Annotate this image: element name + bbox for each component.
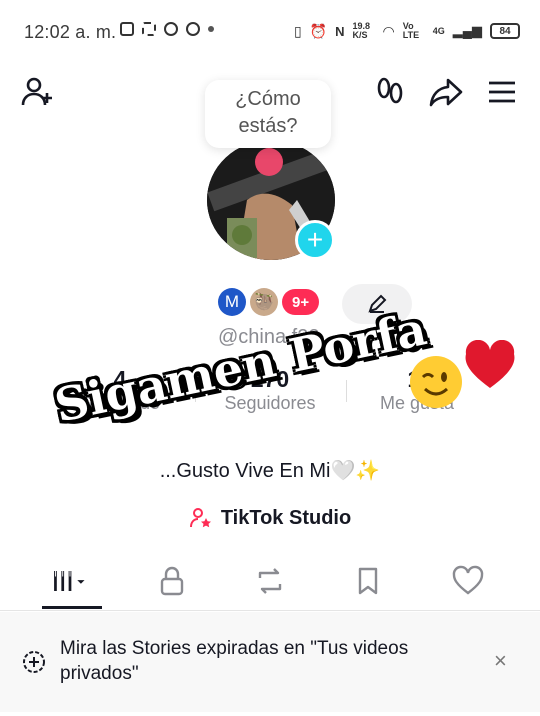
more-dot-icon xyxy=(208,26,214,32)
vibrate-icon: ▯ xyxy=(294,22,302,39)
red-heart-icon xyxy=(462,339,518,397)
content-tabs xyxy=(0,550,540,610)
note-text-line2: estás? xyxy=(238,115,298,137)
whatsapp-icon xyxy=(186,22,200,36)
battery-icon: 84 xyxy=(490,23,520,39)
media-icon xyxy=(164,22,178,36)
repost-icon xyxy=(258,568,282,594)
tab-videos[interactable] xyxy=(50,564,90,598)
tab-saved[interactable] xyxy=(348,564,388,598)
bookmark-icon xyxy=(358,567,378,595)
net-speed: 19.8 K/S xyxy=(352,21,371,40)
wifi-icon: ◠ xyxy=(382,22,395,39)
status-bar: 12:02 a. m. ▯ ⏰ N 19.8 K/S ◠ Vo LTE 4G ▂… xyxy=(0,0,540,66)
tab-liked[interactable] xyxy=(448,564,488,598)
alarm-icon: ⏰ xyxy=(309,22,328,39)
badges-row[interactable]: M 🦥 9+ xyxy=(218,288,320,316)
menu-icon[interactable] xyxy=(482,72,522,112)
bio-text: ...Gusto Vive En Mi🤍✨ xyxy=(159,460,381,482)
grid-icon xyxy=(54,571,85,591)
system-icons: ▯ ⏰ N 19.8 K/S ◠ Vo LTE 4G ▂▄▆ 84 xyxy=(294,22,520,40)
person-star-icon xyxy=(189,508,211,528)
wink-emoji-icon xyxy=(410,356,462,408)
note-text-line1: ¿Cómo xyxy=(235,88,301,110)
stories-icon xyxy=(22,650,46,674)
active-tab-indicator xyxy=(42,606,102,609)
status-time: 12:02 a. m. xyxy=(24,22,117,42)
note-bubble[interactable]: ¿Cómo estás? xyxy=(205,80,331,148)
footprint-icon[interactable] xyxy=(370,72,410,112)
banner-text: Mira las Stories expiradas en "Tus video… xyxy=(60,638,409,684)
app-notification-icon xyxy=(120,22,134,36)
avatar-badge-m: M xyxy=(218,288,246,316)
heart-icon xyxy=(452,565,484,595)
sloth-avatar-icon: 🦥 xyxy=(250,288,278,316)
notification-icons xyxy=(120,22,214,36)
lock-icon xyxy=(160,566,184,596)
signal-label: 4G xyxy=(432,26,445,36)
add-user-icon[interactable] xyxy=(18,72,58,112)
badge-count: 9+ xyxy=(282,289,320,315)
nfc-icon: N xyxy=(335,23,345,39)
close-icon[interactable]: × xyxy=(494,648,507,674)
tab-reposts[interactable] xyxy=(250,564,290,598)
tiktok-studio-link[interactable]: TikTok Studio xyxy=(0,506,540,530)
network-label: Vo LTE xyxy=(402,21,420,40)
tiktok-studio-label: TikTok Studio xyxy=(220,506,352,529)
stat-divider xyxy=(346,380,347,402)
scan-icon xyxy=(142,22,156,36)
signal-bars-icon: ▂▄▆ xyxy=(452,23,482,38)
tab-private[interactable] xyxy=(152,564,192,598)
share-icon[interactable] xyxy=(426,72,466,112)
add-avatar-button[interactable]: + xyxy=(295,220,335,260)
tabs-divider xyxy=(0,610,540,611)
